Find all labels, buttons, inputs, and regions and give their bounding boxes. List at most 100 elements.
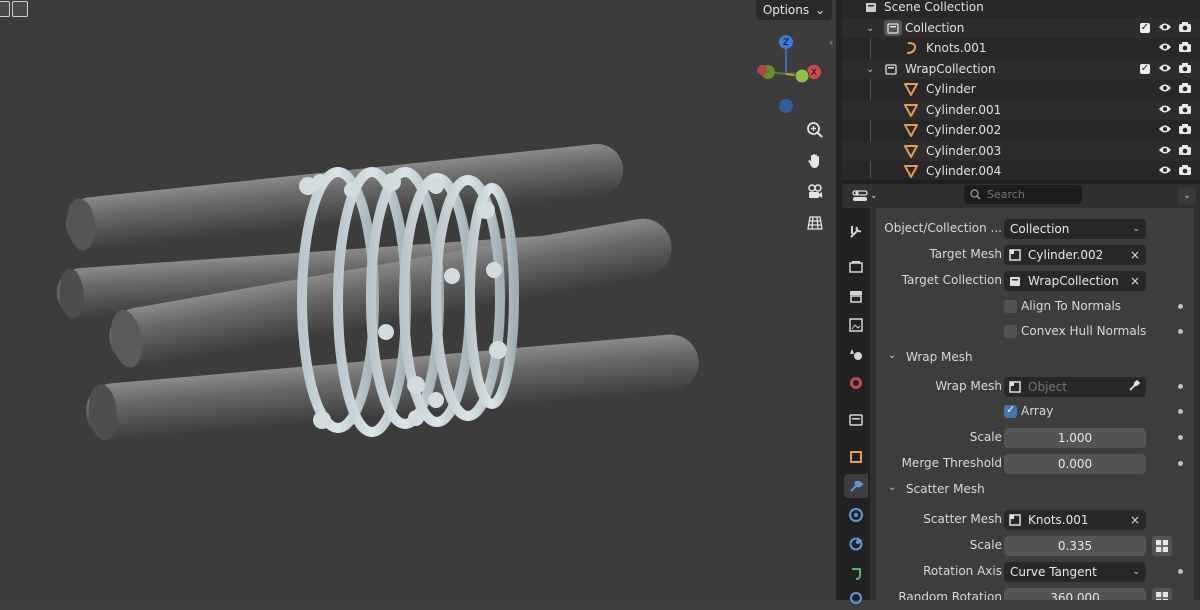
eye-icon[interactable]: [1158, 82, 1172, 96]
merge-threshold-field[interactable]: 0.000: [1004, 454, 1146, 474]
rotation-axis-label: Rotation Axis: [923, 564, 1002, 578]
align-normals-checkbox[interactable]: [1004, 300, 1017, 313]
keyframe-dot[interactable]: [1178, 329, 1183, 334]
grid-icon: [1156, 540, 1168, 552]
search-field[interactable]: [964, 185, 1082, 204]
wrap-mesh-field[interactable]: [1004, 377, 1146, 397]
outliner-row-scene-collection[interactable]: Scene Collection: [842, 0, 1200, 17]
eye-icon[interactable]: [1158, 21, 1172, 35]
chevron-down-icon[interactable]: ⌄: [866, 23, 874, 34]
merge-threshold-value: 0.000: [1057, 457, 1093, 471]
tab-data[interactable]: [844, 586, 868, 610]
keyframe-dot[interactable]: [1178, 304, 1183, 309]
camera-view-icon[interactable]: [803, 180, 827, 204]
tab-scene[interactable]: [844, 342, 868, 366]
chevron-down-icon: ⌄: [1132, 567, 1140, 577]
mesh-icon: [904, 103, 918, 117]
eyedropper-icon[interactable]: [1128, 379, 1141, 395]
target-mesh-field[interactable]: Cylinder.002 ×: [1004, 245, 1146, 265]
camera-icon[interactable]: [1178, 21, 1192, 36]
tab-object[interactable]: [844, 445, 868, 469]
camera-icon[interactable]: [1178, 62, 1192, 77]
scatter-mesh-row: Scatter Mesh Knots.001 ×: [876, 508, 1194, 532]
rotation-axis-dropdown[interactable]: Curve Tangent ⌄: [1004, 562, 1146, 582]
outliner-row-cylinder[interactable]: Cylinder: [842, 79, 1200, 99]
tab-view-layer[interactable]: [844, 313, 868, 337]
exclude-checkbox[interactable]: ✓: [1140, 23, 1150, 33]
clear-icon[interactable]: ×: [1130, 513, 1140, 527]
eye-icon[interactable]: [1158, 164, 1172, 178]
keyframe-dot[interactable]: [1178, 409, 1183, 414]
outliner-row-collection[interactable]: ⌄ Collection ✓: [842, 18, 1200, 38]
convex-hull-checkbox[interactable]: [1004, 325, 1017, 338]
eye-icon[interactable]: [1158, 123, 1172, 137]
outliner-row-cylinder-002[interactable]: Cylinder.002: [842, 120, 1200, 140]
tab-collection[interactable]: [844, 408, 868, 432]
navigation-gizmo[interactable]: Z X Y: [746, 30, 830, 120]
scatter-scale-field[interactable]: 0.335: [1004, 536, 1146, 556]
object-collection-row: Object/Collection ... Collection ⌄: [876, 217, 1194, 241]
tab-output[interactable]: [844, 284, 868, 308]
options-button[interactable]: Options ⌄: [756, 0, 832, 20]
wrap-mesh-section-header[interactable]: ⌄ Wrap Mesh: [876, 346, 1194, 370]
eye-icon[interactable]: [1158, 103, 1172, 117]
search-input[interactable]: [987, 188, 1073, 201]
grid-toggle-button[interactable]: [1152, 536, 1172, 556]
outliner-label: Collection: [905, 21, 965, 35]
eye-icon[interactable]: [1158, 144, 1172, 158]
zoom-icon[interactable]: [803, 118, 827, 142]
keyframe-dot[interactable]: [1178, 461, 1183, 466]
outliner-row-knots[interactable]: Knots.001: [842, 38, 1200, 58]
outliner-row-cylinder-001[interactable]: Cylinder.001: [842, 100, 1200, 120]
tab-physics[interactable]: [844, 532, 868, 556]
camera-icon[interactable]: [1178, 123, 1192, 138]
outliner-panel[interactable]: Scene Collection ⌄ Collection ✓ Knots.00…: [842, 0, 1200, 180]
tab-modifiers[interactable]: [844, 474, 868, 498]
grid-icon: [1156, 592, 1168, 600]
target-collection-field[interactable]: WrapCollection ×: [1004, 271, 1146, 291]
tab-tool[interactable]: [844, 220, 868, 244]
camera-icon[interactable]: [1178, 144, 1192, 159]
clear-icon[interactable]: ×: [1130, 274, 1140, 288]
editor-type-button[interactable]: ⌄: [852, 187, 882, 205]
outliner-row-cylinder-004[interactable]: Cylinder.004: [842, 161, 1200, 180]
object-collection-dropdown[interactable]: Collection ⌄: [1004, 219, 1146, 239]
hand-pan-icon[interactable]: [803, 149, 827, 173]
keyframe-dot[interactable]: [1178, 384, 1183, 389]
grid-toggle-button[interactable]: [1152, 588, 1172, 600]
options-dropdown-button[interactable]: ⌄: [1178, 187, 1196, 205]
outliner-row-cylinder-003[interactable]: Cylinder.003: [842, 141, 1200, 161]
output-icon: [850, 291, 862, 303]
keyframe-dot[interactable]: [1178, 435, 1183, 440]
wrap-mesh-input[interactable]: [1028, 380, 1118, 394]
outliner-row-wrapcollection[interactable]: ⌄ WrapCollection ✓: [842, 59, 1200, 79]
tab-render[interactable]: [844, 255, 868, 279]
random-rotation-value: 360.000: [1050, 591, 1100, 600]
wrap-scale-field[interactable]: 1.000: [1004, 428, 1146, 448]
array-checkbox[interactable]: [1004, 403, 1017, 418]
collection-icon: [884, 20, 902, 36]
tab-particles[interactable]: [844, 503, 868, 527]
scatter-scale-value: 0.335: [1057, 539, 1093, 553]
camera-icon[interactable]: [1178, 82, 1192, 97]
tab-constraints[interactable]: [844, 561, 868, 585]
scatter-mesh-field[interactable]: Knots.001 ×: [1004, 510, 1146, 530]
scene-render: [56, 143, 699, 441]
tab-world[interactable]: [844, 371, 868, 395]
ortho-grid-icon[interactable]: [803, 211, 827, 235]
camera-icon[interactable]: [1178, 103, 1192, 118]
viewport-select-toggles[interactable]: [0, 0, 30, 20]
random-rotation-field[interactable]: 360.000: [1004, 588, 1146, 600]
camera-icon[interactable]: [1178, 164, 1192, 179]
3d-viewport[interactable]: Options ⌄ ‹ Z X Y: [0, 0, 836, 600]
chevron-down-icon[interactable]: ⌄: [866, 64, 874, 75]
exclude-checkbox[interactable]: ✓: [1140, 64, 1150, 74]
camera-icon[interactable]: [1178, 41, 1192, 56]
chevron-down-icon: ⌄: [1132, 224, 1140, 234]
wrap-mesh-label: Wrap Mesh: [935, 379, 1002, 393]
scatter-mesh-section-header[interactable]: ⌄ Scatter Mesh: [876, 478, 1194, 502]
eye-icon[interactable]: [1158, 41, 1172, 55]
eye-icon[interactable]: [1158, 62, 1172, 76]
keyframe-dot[interactable]: [1178, 569, 1183, 574]
clear-icon[interactable]: ×: [1130, 248, 1140, 262]
